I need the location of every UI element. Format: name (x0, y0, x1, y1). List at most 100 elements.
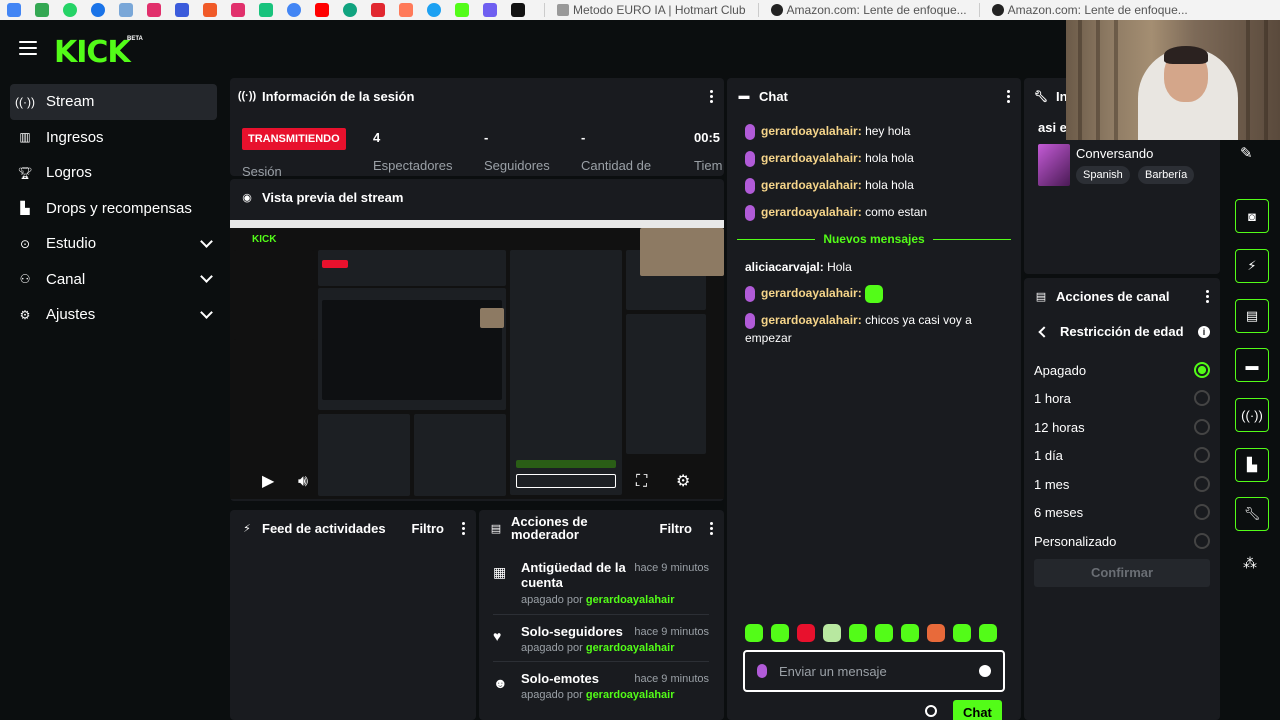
age-restriction-header[interactable]: Restricción de edad i (1034, 324, 1210, 339)
youtube-icon[interactable] (315, 3, 329, 17)
filter-button[interactable]: Filtro (660, 521, 693, 536)
instagram-icon[interactable] (147, 3, 161, 17)
bookmark-hotmart[interactable]: Metodo EURO IA | Hotmart Club (573, 3, 746, 17)
bookmark-amazon-2[interactable]: Amazon.com: Lente de enfoque... (1008, 3, 1188, 17)
emote-icon[interactable] (745, 624, 763, 642)
send-chat-button[interactable]: Chat (953, 700, 1002, 720)
bookmark-icon[interactable] (203, 3, 217, 17)
edit-icon[interactable]: ✎ (1240, 144, 1253, 162)
docs-icon[interactable] (7, 3, 21, 17)
tag-chip[interactable]: Spanish (1076, 166, 1130, 184)
age-option[interactable]: Apagado (1034, 360, 1210, 380)
mod-action-time: hace 9 minutos (634, 673, 709, 685)
more-options-icon[interactable] (710, 521, 714, 535)
fullscreen-icon[interactable]: ⛶ (636, 473, 647, 491)
chat-rail-icon[interactable]: ▬ (1235, 348, 1269, 382)
radio-icon[interactable] (1194, 447, 1210, 463)
whatsapp-icon[interactable] (63, 3, 77, 17)
emote-icon[interactable] (901, 624, 919, 642)
age-option[interactable]: 1 mes (1034, 474, 1210, 494)
bookmark-icon[interactable] (287, 3, 301, 17)
chat-settings-icon[interactable] (925, 705, 937, 717)
followers-label: Seguidores (484, 158, 550, 173)
more-options-icon[interactable] (462, 521, 466, 535)
sidebar-item-ajustes[interactable]: ⚙ Ajustes (10, 297, 217, 333)
sidebar-item-canal[interactable]: ⚇ Canal (10, 262, 217, 298)
wrench-rail-icon[interactable]: 🔧︎ (1235, 497, 1269, 531)
category-name[interactable]: Conversando (1076, 146, 1153, 161)
bookmark-icon[interactable] (511, 3, 525, 17)
menu-icon[interactable] (19, 41, 37, 55)
volume-icon[interactable]: 🔊︎ (298, 473, 308, 491)
chatgpt-icon[interactable] (343, 3, 357, 17)
more-options-icon[interactable] (1007, 89, 1011, 103)
info-icon[interactable]: i (1198, 325, 1210, 338)
emote-icon[interactable] (849, 624, 867, 642)
emote-icon[interactable] (771, 624, 789, 642)
age-option[interactable]: 6 meses (1034, 502, 1210, 522)
chevron-down-icon[interactable] (200, 234, 213, 248)
lightning-rail-icon[interactable]: ⚡︎ (1235, 249, 1269, 283)
tag-chip[interactable]: Barbería (1138, 166, 1195, 184)
emote-icon[interactable] (953, 624, 971, 642)
chevron-down-icon[interactable] (200, 305, 213, 319)
sidebar-item-ingresos[interactable]: ▥ Ingresos (10, 120, 217, 156)
chat-input-box[interactable] (743, 650, 1005, 692)
bookmark-icon[interactable] (259, 3, 273, 17)
drive-icon[interactable] (35, 3, 49, 17)
adobe-icon[interactable] (371, 3, 385, 17)
age-option[interactable]: Personalizado (1034, 531, 1210, 551)
more-options-icon[interactable] (1206, 289, 1210, 303)
stream-video[interactable]: KICK ▶ 🔊︎ ⛶ ⚙ (230, 220, 724, 499)
sidebar-item-logros[interactable]: 🏆︎ Logros (10, 155, 217, 191)
chat-icon: ▬ (738, 90, 750, 102)
bookmark-icon[interactable] (427, 3, 441, 17)
bookmark-icon[interactable] (483, 3, 497, 17)
panel-title: Feed de actividades (262, 520, 386, 536)
kick-logo[interactable]: KICK (54, 35, 131, 70)
emoji-icon[interactable] (979, 665, 991, 677)
bookmark-icon[interactable] (399, 3, 413, 17)
radio-icon[interactable] (1194, 504, 1210, 520)
emote-icon[interactable] (875, 624, 893, 642)
chevron-down-icon[interactable] (200, 270, 213, 284)
age-option[interactable]: 12 horas (1034, 417, 1210, 437)
chat-message-input[interactable] (779, 663, 949, 679)
settings-icon[interactable]: ⚙ (676, 471, 690, 491)
emote-icon[interactable] (797, 624, 815, 642)
confirm-button[interactable]: Confirmar (1034, 559, 1210, 587)
bookmark-icon[interactable] (91, 3, 105, 17)
mic-badge-icon (745, 123, 755, 140)
age-option[interactable]: 1 hora (1034, 388, 1210, 408)
actions-rail-icon[interactable]: ▙ (1235, 448, 1269, 482)
radio-icon[interactable] (1194, 476, 1210, 492)
emote-icon[interactable] (927, 624, 945, 642)
sidebar-item-estudio[interactable]: ⊙ Estudio (10, 226, 217, 262)
bookmark-icon[interactable] (119, 3, 133, 17)
filter-button[interactable]: Filtro (412, 521, 445, 536)
bookmark-amazon[interactable]: Amazon.com: Lente de enfoque... (787, 3, 967, 17)
sidebar-item-stream[interactable]: ((·)) Stream (10, 84, 217, 120)
emote-icon[interactable] (823, 624, 841, 642)
play-icon[interactable]: ▶ (262, 471, 274, 491)
radio-icon[interactable] (1194, 419, 1210, 435)
emote-icon[interactable] (979, 624, 997, 642)
document-rail-icon[interactable]: ▤ (1235, 299, 1269, 333)
radio-icon[interactable] (1194, 533, 1210, 549)
mod-action-title: Solo-emotes (521, 671, 600, 686)
more-options-icon[interactable] (710, 89, 714, 103)
age-option[interactable]: 1 día (1034, 445, 1210, 465)
sidebar-item-label: Drops y recompensas (46, 199, 192, 217)
radio-icon[interactable] (1194, 390, 1210, 406)
broadcast-rail-icon[interactable]: ((·)) (1235, 398, 1269, 432)
bookmark-icon[interactable] (231, 3, 245, 17)
camera-rail-icon[interactable]: ◙ (1235, 199, 1269, 233)
bookmark-icon[interactable] (175, 3, 189, 17)
kick-icon[interactable] (455, 3, 469, 17)
layout-icon[interactable]: ⁂ (1243, 555, 1257, 572)
back-arrow-icon[interactable] (1038, 325, 1050, 338)
chat-message: gerardoayalahair: como estan (745, 203, 1005, 221)
sidebar-item-drops[interactable]: ▙ Drops y recompensas (10, 191, 217, 227)
radio-selected-icon[interactable] (1194, 362, 1210, 378)
time-value: 00:5 (694, 130, 721, 145)
